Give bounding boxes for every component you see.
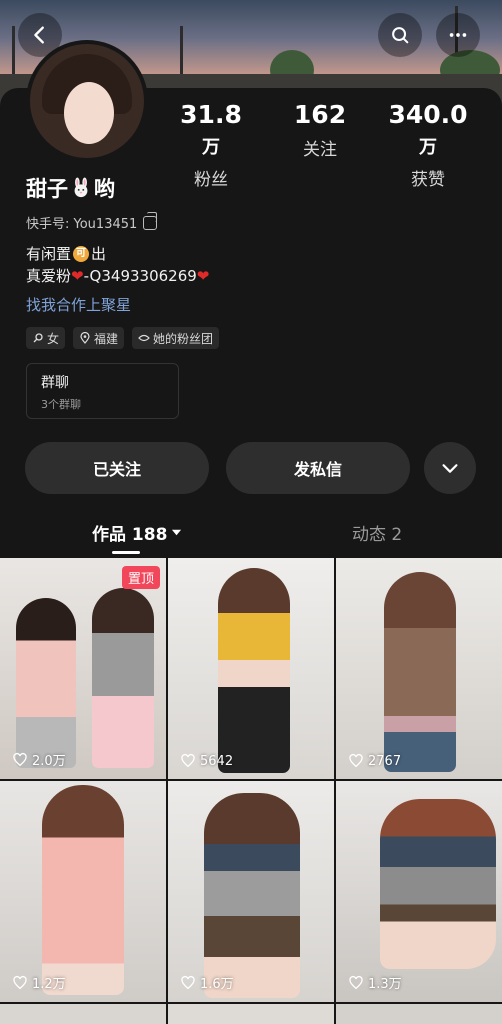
- followed-button[interactable]: 已关注: [25, 442, 209, 494]
- post-tile[interactable]: [336, 1004, 502, 1024]
- post-likes: 1.6万: [180, 973, 234, 992]
- bio-line-1-text-a: 有闲置: [26, 245, 72, 263]
- post-tile[interactable]: 1.6万: [168, 781, 334, 1002]
- post-tile[interactable]: 5642: [168, 558, 334, 779]
- post-likes-count: 5642: [200, 753, 234, 769]
- heart-outline-icon: [181, 975, 195, 989]
- stat-following-number: 162: [293, 100, 347, 129]
- avatar-face: [64, 82, 114, 144]
- female-icon: [33, 333, 43, 343]
- tag-location-label: 福建: [94, 331, 119, 346]
- heart-emoji-icon: ❤: [196, 266, 210, 285]
- tag-gender: 女: [26, 327, 66, 349]
- post-figure: [384, 572, 456, 772]
- location-pin-icon: [80, 332, 90, 344]
- chevron-down-icon: [442, 464, 458, 473]
- tag-gender-label: 女: [47, 331, 60, 346]
- stat-followers-number: 31.8万: [180, 100, 242, 158]
- kuaishou-id-row: 快手号: You13451: [26, 211, 158, 232]
- stat-likes-label: 获赞: [411, 170, 445, 190]
- tab-underline: [112, 551, 140, 554]
- post-likes: 1.2万: [12, 973, 66, 992]
- post-figure: [16, 598, 76, 768]
- heart-outline-icon: [181, 753, 195, 768]
- heart-outline-icon: [13, 752, 27, 766]
- bio-line-2-text-b: -Q3493306269: [83, 266, 197, 285]
- post-tile[interactable]: 2767: [336, 558, 502, 779]
- search-button[interactable]: [378, 13, 422, 57]
- post-tile[interactable]: [0, 1004, 166, 1024]
- bio-line-1-text-b: 出: [91, 245, 107, 263]
- post-tile[interactable]: 置顶 2.0万: [0, 558, 166, 779]
- tag-fan-club-label: 她的粉丝团: [153, 331, 214, 346]
- tab-works[interactable]: 作品 188: [92, 520, 182, 545]
- tag-fan-club[interactable]: 她的粉丝团: [132, 327, 220, 349]
- chevron-left-icon: [34, 26, 44, 44]
- group-chat-count: 3个群聊: [41, 398, 81, 411]
- coin-emoji-icon: 可: [73, 245, 90, 262]
- post-likes: 2.0万: [12, 750, 66, 769]
- stat-followers[interactable]: 31.8万 粉丝: [175, 100, 247, 190]
- post-likes-count: 1.6万: [200, 977, 234, 992]
- post-figure: [204, 793, 300, 998]
- profile-tags: 女 福建 她的粉丝团: [26, 327, 220, 349]
- more-button[interactable]: [436, 13, 480, 57]
- bio-line-2-text-a: 真爱粉: [26, 267, 72, 285]
- post-likes: 5642: [180, 753, 233, 769]
- post-tile[interactable]: [168, 1004, 334, 1024]
- post-likes-count: 1.2万: [32, 977, 66, 992]
- group-chat-card[interactable]: 群聊 3个群聊: [26, 363, 179, 419]
- post-tile[interactable]: 1.2万: [0, 781, 166, 1002]
- stat-following-label: 关注: [303, 140, 337, 160]
- post-likes: 2767: [348, 753, 401, 769]
- profile-name-suffix: 哟: [94, 177, 115, 201]
- more-dots-icon: [449, 33, 467, 37]
- group-chat-title: 群聊: [41, 375, 69, 391]
- heart-outline-icon: [13, 975, 27, 989]
- profile-name: 甜子 哟: [26, 173, 115, 203]
- stat-likes-number: 340.0万: [388, 100, 468, 158]
- search-icon: [392, 27, 409, 44]
- bio-line-1: 有闲置 可 出: [26, 243, 106, 264]
- tab-works-label: 作品 188: [92, 525, 168, 545]
- pinned-badge: 置顶: [121, 566, 160, 589]
- post-figure: [380, 799, 496, 969]
- post-likes: 1.3万: [348, 973, 402, 992]
- post-tile[interactable]: 1.3万: [336, 781, 502, 1002]
- stat-following[interactable]: 162 关注: [285, 100, 355, 160]
- heart-emoji-icon: ❤: [71, 266, 84, 285]
- caret-down-icon: [172, 529, 182, 536]
- heart-outline-icon: [349, 975, 363, 989]
- bio-line-2: 真爱粉 ❤ -Q3493306269 ❤: [26, 265, 209, 286]
- post-likes-count: 2767: [368, 753, 402, 769]
- expand-button[interactable]: [424, 442, 476, 494]
- avatar[interactable]: [26, 40, 148, 162]
- kuaishou-id: 快手号: You13451: [26, 217, 138, 232]
- stat-likes[interactable]: 340.0万 获赞: [382, 100, 474, 190]
- profile-name-prefix: 甜子: [26, 177, 68, 201]
- message-button[interactable]: 发私信: [226, 442, 410, 494]
- content-tabs: 作品 188 动态 2: [0, 515, 502, 555]
- fan-club-icon: [138, 334, 150, 342]
- post-likes-count: 2.0万: [32, 754, 66, 769]
- post-figure: [42, 785, 124, 995]
- stat-followers-label: 粉丝: [194, 170, 228, 190]
- post-figure: [92, 588, 154, 768]
- tag-location: 福建: [73, 327, 125, 349]
- cooperation-link[interactable]: 找我合作上聚星: [26, 294, 131, 315]
- heart-outline-icon: [349, 753, 363, 768]
- post-likes-count: 1.3万: [368, 977, 402, 992]
- copy-icon[interactable]: [143, 211, 158, 230]
- post-figure: [218, 568, 290, 773]
- tab-dynamic[interactable]: 动态 2: [352, 520, 402, 545]
- bunny-emoji-icon: [74, 177, 88, 198]
